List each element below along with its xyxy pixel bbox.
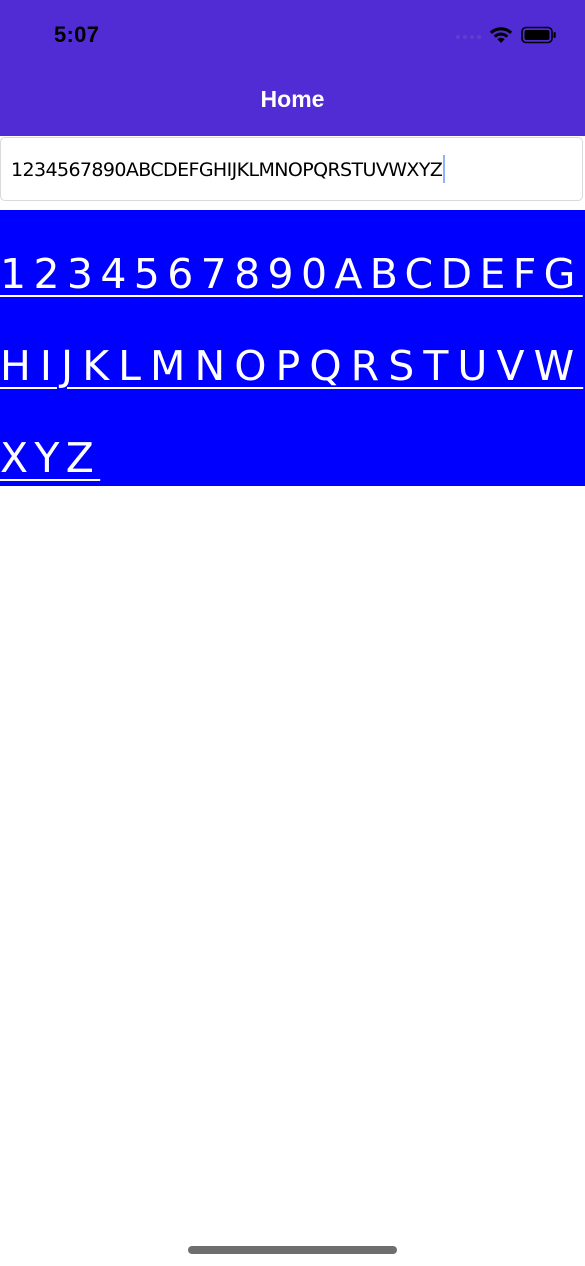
text-cursor [443, 155, 446, 183]
signal-dots-icon [455, 28, 482, 46]
status-icons [455, 26, 557, 48]
wifi-icon [489, 26, 513, 49]
text-label: 1234567890ABCDEFG HIJKLMNOPQRSTUVW XYZ [0, 210, 585, 486]
app-header: 5:07 Home [0, 0, 585, 136]
home-indicator[interactable] [188, 1246, 397, 1254]
label-line-2: HIJKLMNOPQRSTUVW [0, 342, 584, 390]
text-entry-input[interactable] [11, 153, 571, 187]
text-entry-container[interactable] [0, 137, 583, 201]
status-time: 5:07 [54, 22, 100, 47]
label-line-3: XYZ [0, 434, 101, 482]
battery-icon [521, 26, 557, 49]
label-line-1: 1234567890ABCDEFG [0, 250, 583, 298]
page-title: Home [260, 86, 325, 112]
